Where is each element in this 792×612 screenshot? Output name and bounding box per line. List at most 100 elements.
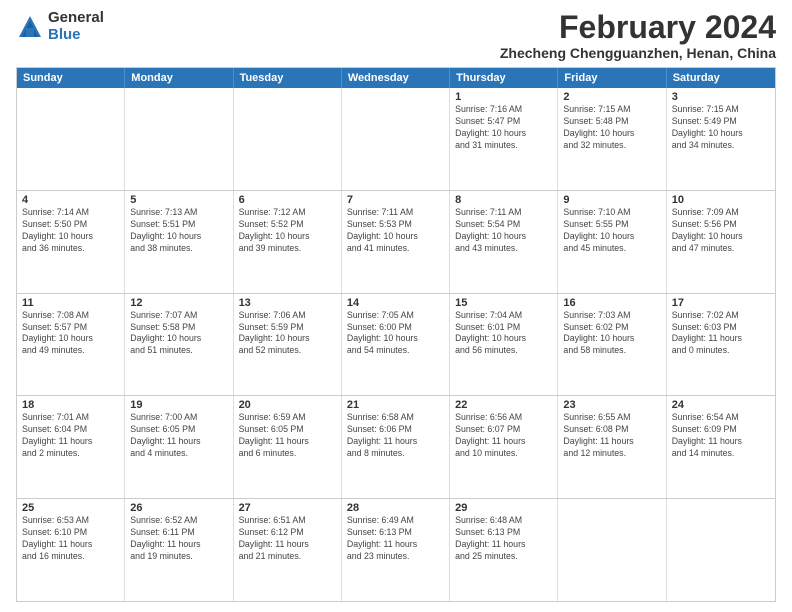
month-title: February 2024 xyxy=(500,10,776,45)
day-detail: Sunrise: 6:56 AM Sunset: 6:07 PM Dayligh… xyxy=(455,412,552,460)
calendar-cell: 19Sunrise: 7:00 AM Sunset: 6:05 PM Dayli… xyxy=(125,396,233,498)
day-number: 27 xyxy=(239,502,336,514)
day-number: 13 xyxy=(239,297,336,309)
calendar-cell: 20Sunrise: 6:59 AM Sunset: 6:05 PM Dayli… xyxy=(234,396,342,498)
day-number: 28 xyxy=(347,502,444,514)
day-number: 2 xyxy=(563,91,660,103)
day-detail: Sunrise: 7:12 AM Sunset: 5:52 PM Dayligh… xyxy=(239,207,336,255)
day-detail: Sunrise: 7:13 AM Sunset: 5:51 PM Dayligh… xyxy=(130,207,227,255)
location: Zhecheng Chengguanzhen, Henan, China xyxy=(500,45,776,61)
calendar-cell: 6Sunrise: 7:12 AM Sunset: 5:52 PM Daylig… xyxy=(234,191,342,293)
day-detail: Sunrise: 7:07 AM Sunset: 5:58 PM Dayligh… xyxy=(130,310,227,358)
day-detail: Sunrise: 7:05 AM Sunset: 6:00 PM Dayligh… xyxy=(347,310,444,358)
day-number: 4 xyxy=(22,194,119,206)
calendar-row-3: 18Sunrise: 7:01 AM Sunset: 6:04 PM Dayli… xyxy=(17,396,775,499)
calendar-header: SundayMondayTuesdayWednesdayThursdayFrid… xyxy=(17,68,775,88)
day-detail: Sunrise: 6:49 AM Sunset: 6:13 PM Dayligh… xyxy=(347,515,444,563)
header: General Blue February 2024 Zhecheng Chen… xyxy=(16,10,776,61)
header-day-sunday: Sunday xyxy=(17,68,125,88)
day-detail: Sunrise: 6:52 AM Sunset: 6:11 PM Dayligh… xyxy=(130,515,227,563)
day-detail: Sunrise: 7:11 AM Sunset: 5:54 PM Dayligh… xyxy=(455,207,552,255)
day-number: 5 xyxy=(130,194,227,206)
day-number: 26 xyxy=(130,502,227,514)
day-number: 10 xyxy=(672,194,770,206)
day-detail: Sunrise: 6:51 AM Sunset: 6:12 PM Dayligh… xyxy=(239,515,336,563)
logo-general: General xyxy=(48,10,104,27)
day-detail: Sunrise: 7:04 AM Sunset: 6:01 PM Dayligh… xyxy=(455,310,552,358)
calendar-cell xyxy=(667,499,775,601)
day-detail: Sunrise: 7:06 AM Sunset: 5:59 PM Dayligh… xyxy=(239,310,336,358)
calendar-cell: 1Sunrise: 7:16 AM Sunset: 5:47 PM Daylig… xyxy=(450,88,558,190)
header-day-friday: Friday xyxy=(558,68,666,88)
calendar-cell: 4Sunrise: 7:14 AM Sunset: 5:50 PM Daylig… xyxy=(17,191,125,293)
day-number: 15 xyxy=(455,297,552,309)
calendar-cell: 11Sunrise: 7:08 AM Sunset: 5:57 PM Dayli… xyxy=(17,294,125,396)
title-block: February 2024 Zhecheng Chengguanzhen, He… xyxy=(500,10,776,61)
day-number: 7 xyxy=(347,194,444,206)
header-day-monday: Monday xyxy=(125,68,233,88)
day-number: 23 xyxy=(563,399,660,411)
day-number: 21 xyxy=(347,399,444,411)
day-detail: Sunrise: 7:10 AM Sunset: 5:55 PM Dayligh… xyxy=(563,207,660,255)
calendar-cell: 17Sunrise: 7:02 AM Sunset: 6:03 PM Dayli… xyxy=(667,294,775,396)
header-day-wednesday: Wednesday xyxy=(342,68,450,88)
day-detail: Sunrise: 7:15 AM Sunset: 5:48 PM Dayligh… xyxy=(563,104,660,152)
day-number: 9 xyxy=(563,194,660,206)
calendar-cell: 18Sunrise: 7:01 AM Sunset: 6:04 PM Dayli… xyxy=(17,396,125,498)
day-detail: Sunrise: 7:01 AM Sunset: 6:04 PM Dayligh… xyxy=(22,412,119,460)
calendar-cell: 14Sunrise: 7:05 AM Sunset: 6:00 PM Dayli… xyxy=(342,294,450,396)
day-detail: Sunrise: 7:08 AM Sunset: 5:57 PM Dayligh… xyxy=(22,310,119,358)
logo-text: General Blue xyxy=(48,10,104,43)
header-day-saturday: Saturday xyxy=(667,68,775,88)
calendar-cell: 21Sunrise: 6:58 AM Sunset: 6:06 PM Dayli… xyxy=(342,396,450,498)
day-detail: Sunrise: 7:00 AM Sunset: 6:05 PM Dayligh… xyxy=(130,412,227,460)
day-number: 22 xyxy=(455,399,552,411)
calendar-row-4: 25Sunrise: 6:53 AM Sunset: 6:10 PM Dayli… xyxy=(17,499,775,601)
calendar-cell: 13Sunrise: 7:06 AM Sunset: 5:59 PM Dayli… xyxy=(234,294,342,396)
day-detail: Sunrise: 7:15 AM Sunset: 5:49 PM Dayligh… xyxy=(672,104,770,152)
day-number: 6 xyxy=(239,194,336,206)
day-number: 3 xyxy=(672,91,770,103)
calendar: SundayMondayTuesdayWednesdayThursdayFrid… xyxy=(16,67,776,602)
calendar-cell: 8Sunrise: 7:11 AM Sunset: 5:54 PM Daylig… xyxy=(450,191,558,293)
day-detail: Sunrise: 7:03 AM Sunset: 6:02 PM Dayligh… xyxy=(563,310,660,358)
day-number: 8 xyxy=(455,194,552,206)
calendar-row-2: 11Sunrise: 7:08 AM Sunset: 5:57 PM Dayli… xyxy=(17,294,775,397)
day-detail: Sunrise: 6:55 AM Sunset: 6:08 PM Dayligh… xyxy=(563,412,660,460)
calendar-cell: 10Sunrise: 7:09 AM Sunset: 5:56 PM Dayli… xyxy=(667,191,775,293)
day-detail: Sunrise: 7:02 AM Sunset: 6:03 PM Dayligh… xyxy=(672,310,770,358)
day-detail: Sunrise: 6:53 AM Sunset: 6:10 PM Dayligh… xyxy=(22,515,119,563)
calendar-cell xyxy=(558,499,666,601)
calendar-cell xyxy=(125,88,233,190)
calendar-cell: 9Sunrise: 7:10 AM Sunset: 5:55 PM Daylig… xyxy=(558,191,666,293)
day-number: 1 xyxy=(455,91,552,103)
logo: General Blue xyxy=(16,10,104,43)
day-number: 25 xyxy=(22,502,119,514)
calendar-cell xyxy=(17,88,125,190)
day-number: 24 xyxy=(672,399,770,411)
calendar-row-1: 4Sunrise: 7:14 AM Sunset: 5:50 PM Daylig… xyxy=(17,191,775,294)
day-number: 11 xyxy=(22,297,119,309)
calendar-cell xyxy=(342,88,450,190)
calendar-cell: 16Sunrise: 7:03 AM Sunset: 6:02 PM Dayli… xyxy=(558,294,666,396)
calendar-cell: 24Sunrise: 6:54 AM Sunset: 6:09 PM Dayli… xyxy=(667,396,775,498)
logo-icon xyxy=(16,13,44,41)
calendar-cell: 5Sunrise: 7:13 AM Sunset: 5:51 PM Daylig… xyxy=(125,191,233,293)
calendar-cell: 28Sunrise: 6:49 AM Sunset: 6:13 PM Dayli… xyxy=(342,499,450,601)
calendar-row-0: 1Sunrise: 7:16 AM Sunset: 5:47 PM Daylig… xyxy=(17,88,775,191)
calendar-cell: 15Sunrise: 7:04 AM Sunset: 6:01 PM Dayli… xyxy=(450,294,558,396)
day-number: 16 xyxy=(563,297,660,309)
day-number: 20 xyxy=(239,399,336,411)
day-detail: Sunrise: 7:14 AM Sunset: 5:50 PM Dayligh… xyxy=(22,207,119,255)
calendar-body: 1Sunrise: 7:16 AM Sunset: 5:47 PM Daylig… xyxy=(17,88,775,601)
day-number: 12 xyxy=(130,297,227,309)
day-number: 19 xyxy=(130,399,227,411)
day-detail: Sunrise: 7:16 AM Sunset: 5:47 PM Dayligh… xyxy=(455,104,552,152)
day-number: 18 xyxy=(22,399,119,411)
logo-blue: Blue xyxy=(48,27,104,44)
calendar-cell: 29Sunrise: 6:48 AM Sunset: 6:13 PM Dayli… xyxy=(450,499,558,601)
day-detail: Sunrise: 6:58 AM Sunset: 6:06 PM Dayligh… xyxy=(347,412,444,460)
day-detail: Sunrise: 6:59 AM Sunset: 6:05 PM Dayligh… xyxy=(239,412,336,460)
header-day-tuesday: Tuesday xyxy=(234,68,342,88)
day-number: 17 xyxy=(672,297,770,309)
